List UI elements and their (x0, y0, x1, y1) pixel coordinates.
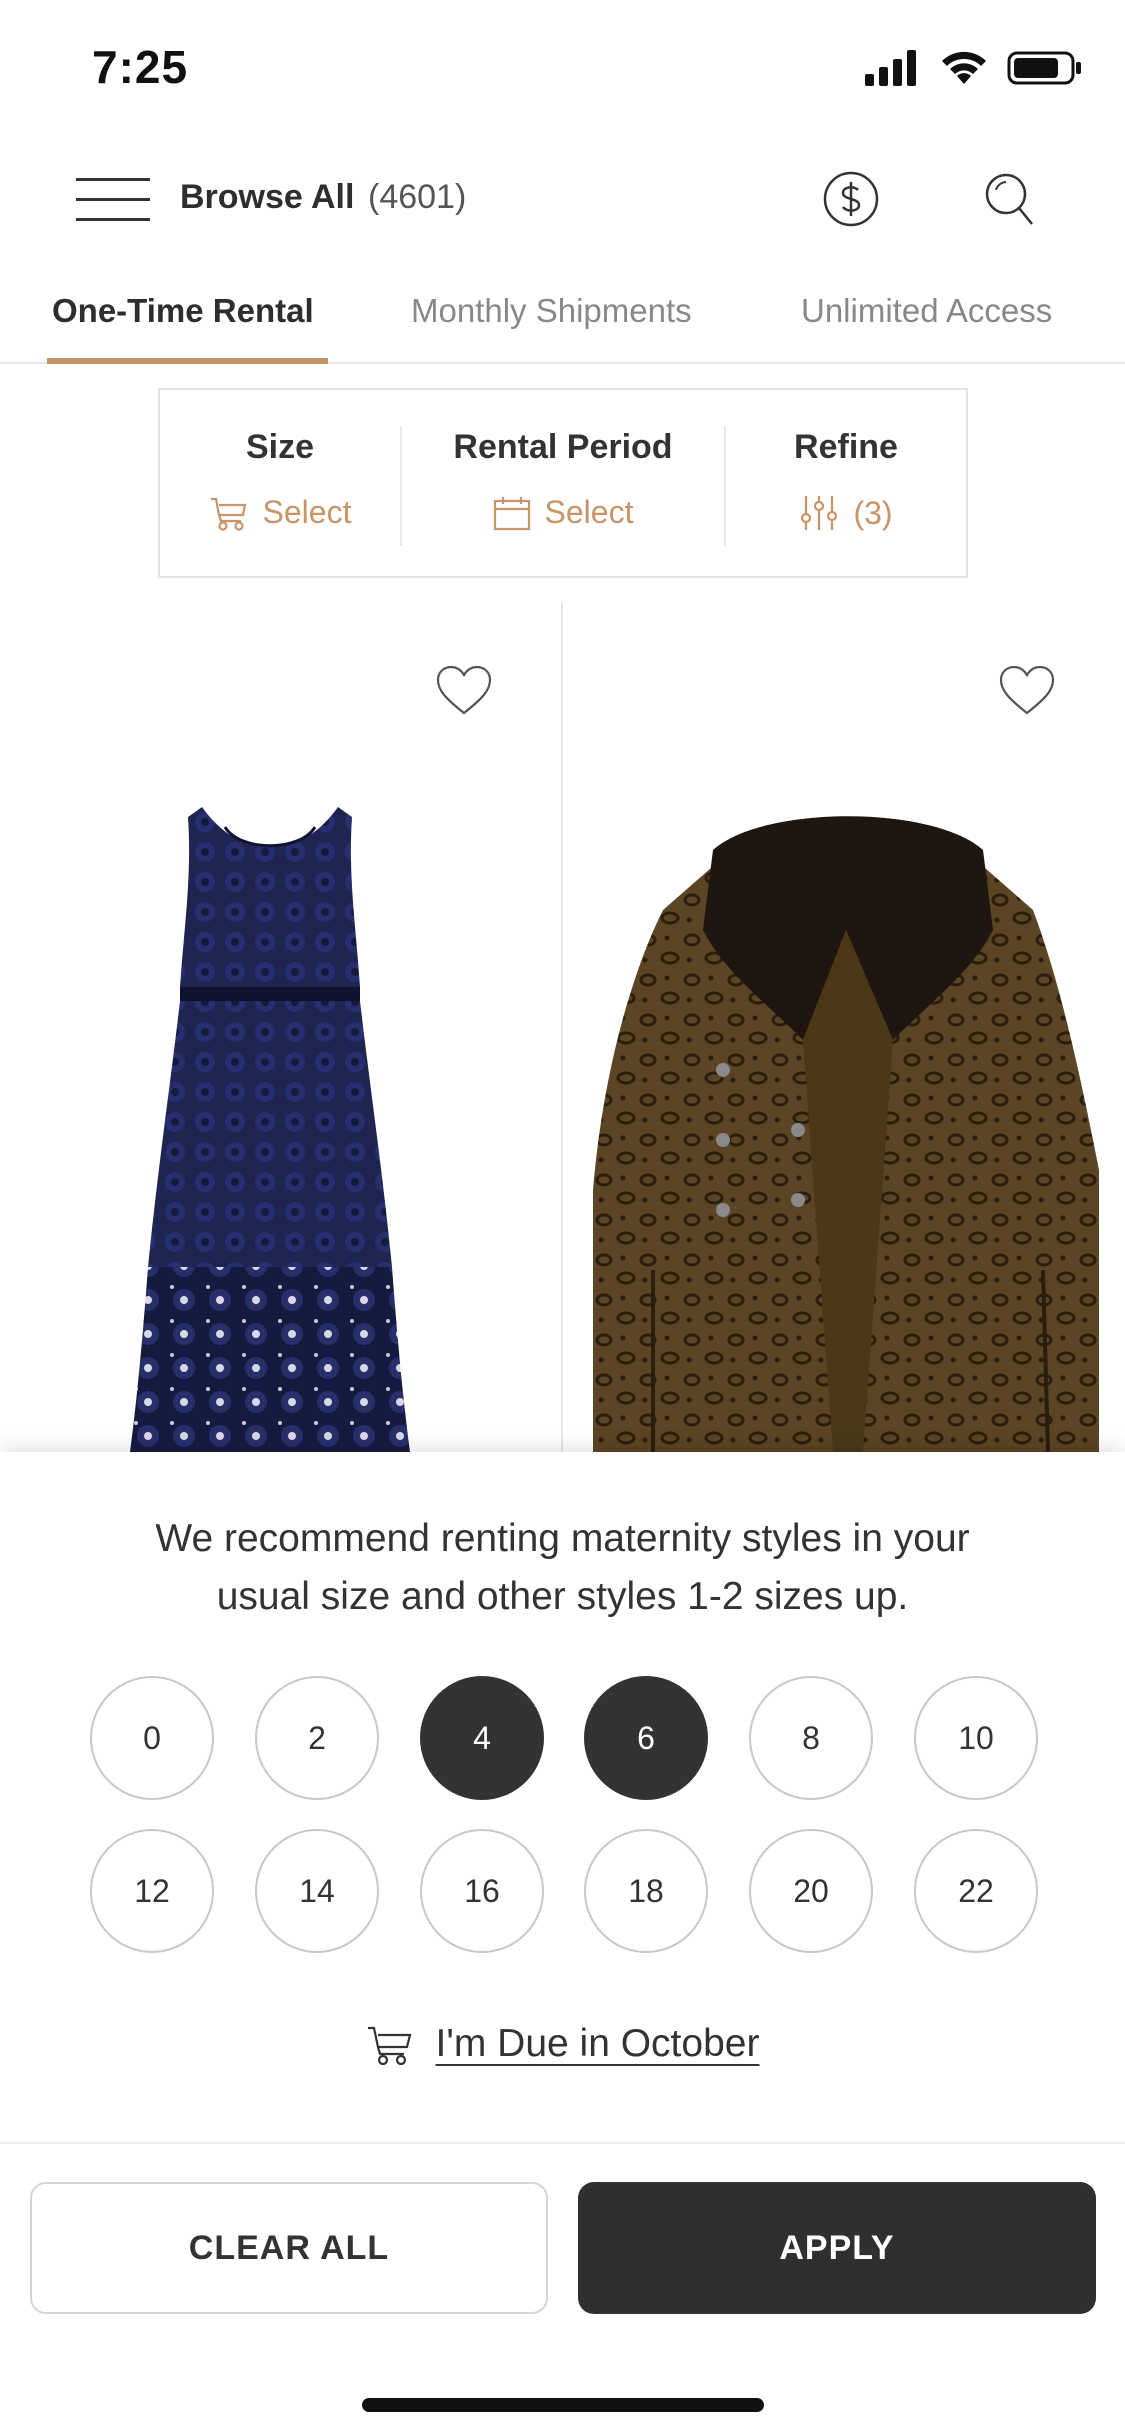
due-date-link[interactable]: I'm Due in October (0, 2022, 1125, 2066)
tab-monthly-shipments[interactable]: Monthly Shipments (411, 292, 692, 330)
size-option-18[interactable]: 18 (584, 1829, 708, 1953)
refine-label: Refine (794, 428, 898, 466)
tab-unlimited-access[interactable]: Unlimited Access (801, 292, 1052, 330)
size-option-6[interactable]: 6 (584, 1676, 708, 1800)
heart-icon[interactable] (435, 664, 493, 716)
home-indicator[interactable] (362, 2398, 764, 2412)
size-recommendation: We recommend renting maternity styles in… (80, 1510, 1045, 1626)
size-filter-label: Size (245, 428, 315, 466)
size-option-2[interactable]: 2 (255, 1676, 379, 1800)
stroller-icon (367, 2026, 411, 2065)
filter-bar: Size Select Rental Period Select Refine (158, 388, 968, 578)
size-option-16[interactable]: 16 (420, 1829, 544, 1953)
product-image-dress (130, 807, 410, 1452)
search-icon[interactable] (982, 170, 1036, 228)
dollar-icon[interactable] (822, 170, 880, 228)
size-option-10[interactable]: 10 (914, 1676, 1038, 1800)
rental-period-value: Select (544, 494, 634, 530)
clear-all-button[interactable]: CLEAR ALL (30, 2182, 548, 2314)
action-bar: CLEAR ALL APPLY (0, 2142, 1125, 2436)
menu-icon[interactable] (76, 172, 150, 226)
size-option-12[interactable]: 12 (90, 1829, 214, 1953)
calendar-icon (493, 496, 530, 530)
size-option-0[interactable]: 0 (90, 1676, 214, 1800)
sliders-icon (801, 496, 838, 530)
size-option-22[interactable]: 22 (914, 1829, 1038, 1953)
refine-count: (3) (853, 494, 893, 531)
due-date-text[interactable]: I'm Due in October (436, 2022, 760, 2066)
status-icons (865, 50, 1083, 86)
tab-one-time-rental[interactable]: One-Time Rental (52, 292, 314, 330)
apply-button[interactable]: APPLY (578, 2182, 1096, 2314)
rental-period-label: Rental Period (453, 428, 673, 466)
size-option-20[interactable]: 20 (749, 1829, 873, 1953)
product-image-coat (593, 816, 1099, 1452)
product-card[interactable] (563, 602, 1125, 1452)
wifi-icon (942, 51, 986, 84)
refine-filter[interactable]: Refine (3) (726, 390, 966, 576)
recommendation-line-1: We recommend renting maternity styles in… (155, 1517, 970, 1560)
size-bottom-sheet: We recommend renting maternity styles in… (0, 1452, 1125, 2436)
heart-icon[interactable] (998, 664, 1056, 716)
size-option-14[interactable]: 14 (255, 1829, 379, 1953)
product-card[interactable] (0, 602, 560, 1452)
product-grid (0, 602, 1125, 1452)
size-option-8[interactable]: 8 (749, 1676, 873, 1800)
page-title: Browse All (180, 178, 355, 216)
results-count: (4601) (368, 178, 467, 216)
header-bar: Browse All (4601) (0, 150, 1125, 250)
size-filter-value: Select (262, 494, 352, 530)
battery-icon (1007, 51, 1081, 85)
active-tab-indicator (47, 358, 328, 364)
status-bar: 7:25 (0, 0, 1125, 140)
status-time: 7:25 (92, 41, 189, 93)
size-option-4[interactable]: 4 (420, 1676, 544, 1800)
size-filter[interactable]: Size Select (160, 390, 400, 576)
rental-period-filter[interactable]: Rental Period Select (402, 390, 724, 576)
signal-icon (865, 50, 916, 86)
rental-type-tabs: One-Time Rental Monthly Shipments Unlimi… (0, 280, 1125, 364)
recommendation-line-2: usual size and other styles 1-2 sizes up… (216, 1575, 909, 1618)
stroller-icon (210, 497, 246, 531)
